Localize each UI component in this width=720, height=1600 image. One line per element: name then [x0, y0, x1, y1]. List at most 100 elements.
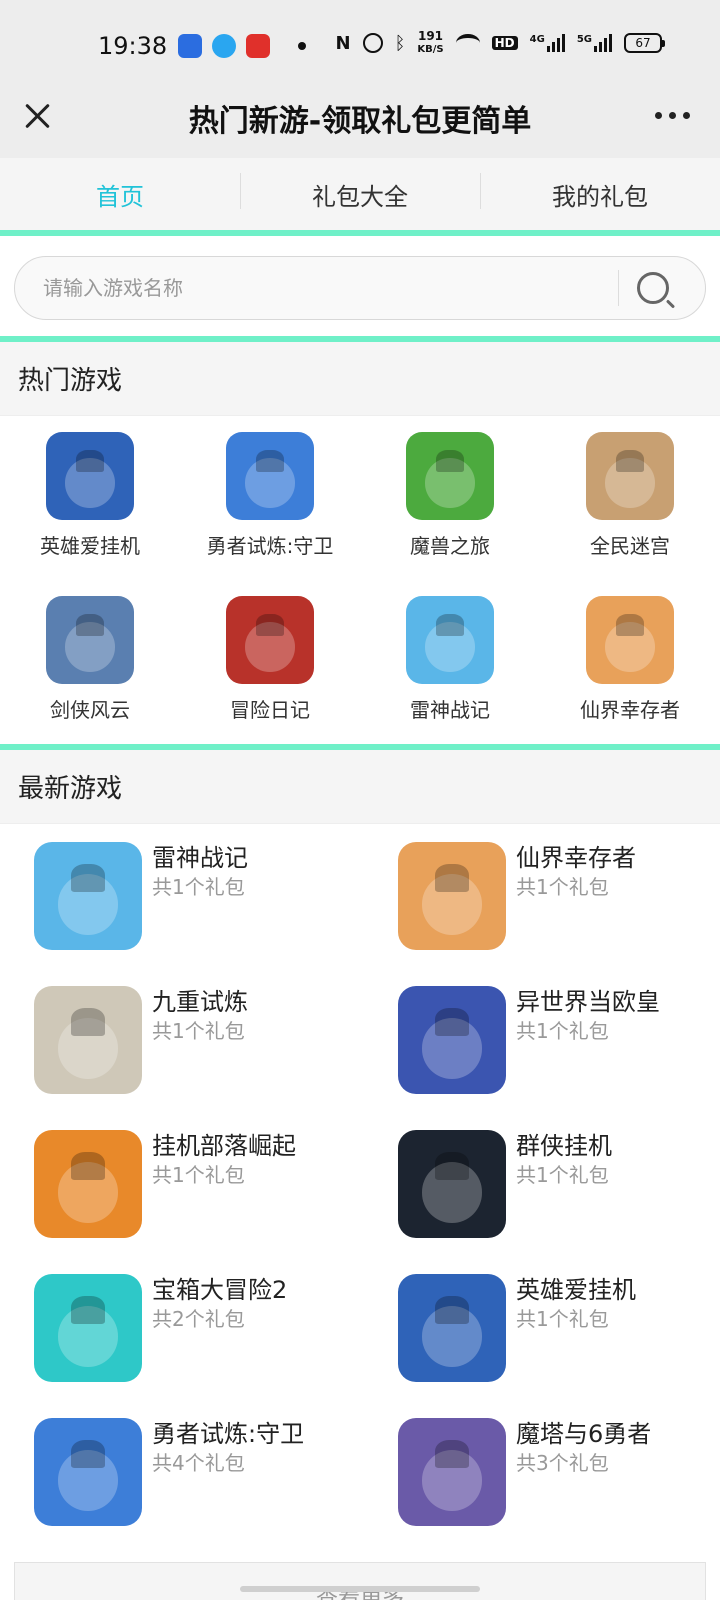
latest-game-item[interactable]: 九重试炼 共1个礼包 — [0, 986, 360, 1130]
network-speed: 191 KB/S — [417, 30, 443, 56]
title-bar: 热门新游-领取礼包更简单 — [0, 92, 720, 158]
signal-5g-icon: 5G — [577, 34, 612, 52]
latest-game-name: 宝箱大冒险2 — [152, 1276, 288, 1304]
latest-game-info: 英雄爱挂机 共1个礼包 — [516, 1274, 636, 1418]
latest-game-name: 挂机部落崛起 — [152, 1132, 296, 1160]
tab-bar: 首页 礼包大全 我的礼包 — [0, 158, 720, 230]
view-more-button[interactable]: 查看更多 — [14, 1562, 706, 1600]
latest-game-info: 群侠挂机共1个礼包 — [516, 1130, 612, 1274]
swordsman-icon — [46, 596, 134, 684]
search-input[interactable] — [43, 276, 618, 300]
status-app-icons — [178, 34, 306, 58]
baidu-icon — [178, 34, 202, 58]
latest-game-info: 挂机部落崛起共1个礼包 — [152, 1130, 296, 1274]
latest-game-info: 勇者试炼:守卫共4个礼包 — [152, 1418, 304, 1562]
signal-4g-label: 4G — [529, 34, 545, 45]
latest-game-item[interactable]: 雷神战记共1个礼包 — [0, 842, 360, 986]
hot-game-label: 勇者试炼:守卫 — [206, 534, 334, 558]
hot-game-item[interactable]: 英雄爱挂机 — [0, 432, 180, 596]
search-icon[interactable] — [637, 272, 669, 304]
status-time: 19:38 — [98, 32, 168, 60]
home-indicator — [240, 1586, 480, 1592]
latest-game-info: 雷神战记共1个礼包 — [152, 842, 248, 986]
hot-game-label: 全民迷宫 — [590, 534, 670, 558]
hot-game-item[interactable]: 剑侠风云 — [0, 596, 180, 760]
notification-dot-icon — [298, 42, 306, 50]
latest-game-name: 群侠挂机 — [516, 1132, 612, 1160]
hd-icon: HD — [491, 36, 518, 50]
network-speed-value: 191 — [417, 29, 444, 43]
hot-games-grid: 英雄爱挂机 勇者试炼:守卫 魔兽之旅 全民迷宫剑侠风云 冒险日记 雷神战记 仙界幸存者 — [0, 416, 720, 744]
latest-game-gift-count: 共1个礼包 — [516, 875, 609, 899]
hot-games-heading: 热门游戏 — [0, 342, 720, 416]
tab-home[interactable]: 首页 — [0, 177, 240, 212]
latest-game-item[interactable]: 群侠挂机共1个礼包 — [360, 1130, 720, 1274]
more-menu-icon[interactable] — [655, 112, 690, 119]
hot-game-label: 冒险日记 — [230, 698, 310, 722]
hot-game-item[interactable]: 勇者试炼:守卫 — [180, 432, 360, 596]
latest-game-name: 英雄爱挂机 — [516, 1276, 636, 1304]
latest-game-name: 勇者试炼:守卫 — [152, 1420, 305, 1448]
hot-game-label: 魔兽之旅 — [410, 534, 490, 558]
latest-game-gift-count: 共2个礼包 — [152, 1307, 245, 1331]
latest-game-name: 仙界幸存者 — [516, 844, 636, 872]
network-speed-unit: KB/S — [417, 44, 444, 55]
king-icon — [398, 986, 506, 1094]
hot-game-label: 仙界幸存者 — [580, 698, 680, 722]
hot-game-item[interactable]: 雷神战记 — [360, 596, 540, 760]
wifi-icon — [455, 34, 480, 52]
orc-icon — [34, 1130, 142, 1238]
page-title: 热门新游-领取礼包更简单 — [188, 104, 532, 139]
latest-game-gift-count: 共1个礼包 — [152, 875, 245, 899]
latest-game-name: 雷神战记 — [152, 844, 248, 872]
latest-game-item[interactable]: 仙界幸存者共1个礼包 — [360, 842, 720, 986]
latest-game-item[interactable]: 异世界当欧皇 共1个礼包 — [360, 986, 720, 1130]
latest-game-item[interactable]: 魔塔与6勇者共3个礼包 — [360, 1418, 720, 1562]
sword-icon — [398, 1418, 506, 1526]
tab-gift-list[interactable]: 礼包大全 — [240, 172, 480, 212]
latest-game-gift-count: 共1个礼包 — [516, 1163, 609, 1187]
shop-icon — [246, 34, 270, 58]
hot-game-item[interactable]: 冒险日记 — [180, 596, 360, 760]
latest-game-gift-count: 共3个礼包 — [516, 1451, 609, 1475]
hot-game-label: 剑侠风云 — [50, 698, 130, 722]
hot-game-item[interactable]: 魔兽之旅 — [360, 432, 540, 596]
hot-game-item[interactable]: 全民迷宫 — [540, 432, 720, 596]
purple-slime-icon — [226, 432, 314, 520]
gunner-icon — [406, 432, 494, 520]
signal-5g-label: 5G — [576, 34, 592, 45]
fairy-icon — [586, 596, 674, 684]
search-separator — [618, 270, 619, 306]
sage-icon — [34, 986, 142, 1094]
nfc-icon: N — [335, 32, 351, 54]
latest-game-info: 九重试炼 共1个礼包 — [152, 986, 248, 1130]
hot-game-item[interactable]: 仙界幸存者 — [540, 596, 720, 760]
alarm-icon — [362, 33, 383, 53]
status-indicators: N ᛒ 191 KB/S HD 4G 5G 67 — [335, 30, 665, 56]
status-bar: 19:38 N ᛒ 191 KB/S HD 4G 5G 67 — [0, 0, 720, 92]
latest-game-item[interactable]: 挂机部落崛起共1个礼包 — [0, 1130, 360, 1274]
latest-games-heading: 最新游戏 — [0, 750, 720, 824]
purple-slime-icon — [34, 1418, 142, 1526]
latest-game-gift-count: 共4个礼包 — [152, 1451, 245, 1475]
latest-game-info: 魔塔与6勇者共3个礼包 — [516, 1418, 651, 1562]
hot-game-label: 雷神战记 — [410, 698, 490, 722]
latest-game-info: 异世界当欧皇 共1个礼包 — [516, 986, 660, 1130]
search-box — [14, 256, 706, 320]
witch-icon — [34, 842, 142, 950]
dragon-icon — [34, 1274, 142, 1382]
horned-hero-icon — [398, 1274, 506, 1382]
latest-game-item[interactable]: 宝箱大冒险2 共2个礼包 — [0, 1274, 360, 1418]
hot-game-label: 英雄爱挂机 — [40, 534, 140, 558]
tab-my-gifts[interactable]: 我的礼包 — [480, 172, 720, 212]
browser-icon — [212, 34, 236, 58]
latest-game-gift-count: 共1个礼包 — [152, 1163, 245, 1187]
latest-game-name: 九重试炼 — [152, 988, 248, 1016]
latest-game-item[interactable]: 勇者试炼:守卫共4个礼包 — [0, 1418, 360, 1562]
moon-warrior-icon — [398, 1130, 506, 1238]
latest-game-item[interactable]: 英雄爱挂机 共1个礼包 — [360, 1274, 720, 1418]
battery-icon: 67 — [624, 33, 665, 53]
latest-game-name: 异世界当欧皇 — [516, 988, 660, 1016]
dragon-icon — [226, 596, 314, 684]
latest-game-name: 魔塔与6勇者 — [516, 1420, 652, 1448]
